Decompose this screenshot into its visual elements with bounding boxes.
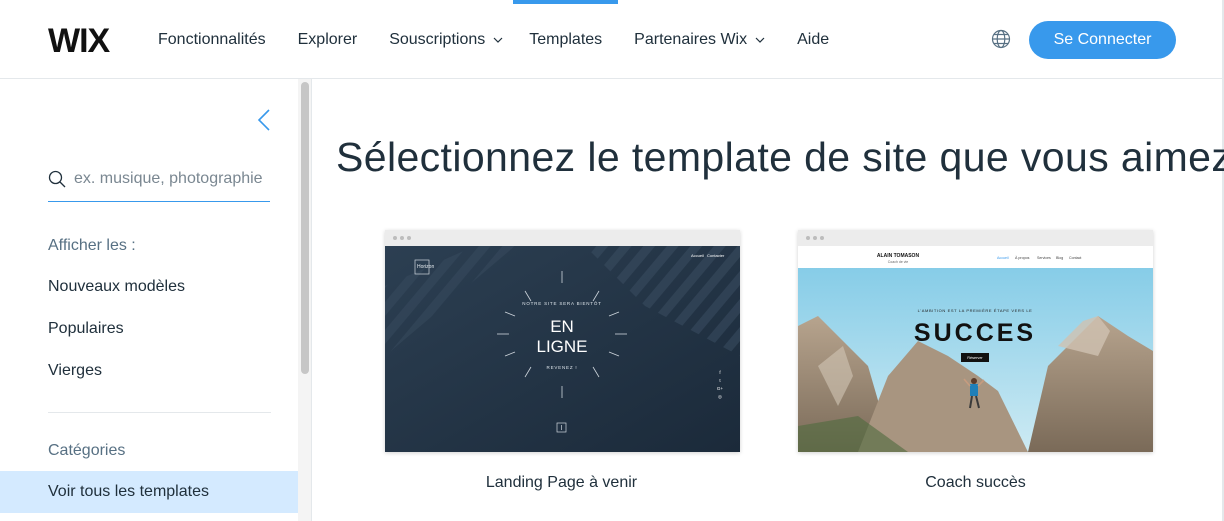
top-header: WIX Fonctionnalités Explorer Souscriptio… <box>0 0 1224 79</box>
svg-text:Contacter: Contacter <box>707 253 725 258</box>
search-box <box>48 162 270 202</box>
chevron-down-icon <box>755 37 765 43</box>
svg-text:ALAIN TOMASON: ALAIN TOMASON <box>877 253 920 259</box>
svg-text:Services: Services <box>1037 256 1051 260</box>
show-label: Afficher les : <box>48 237 136 254</box>
chevron-left-icon[interactable] <box>256 108 272 132</box>
nav-label: Aide <box>797 30 830 48</box>
svg-text:Contact: Contact <box>1069 256 1081 260</box>
svg-text:LIGNE: LIGNE <box>536 337 587 356</box>
svg-text:À propos: À propos <box>1015 256 1030 260</box>
wix-logo[interactable]: WIX <box>48 24 128 56</box>
coach-preview-image: ALAIN TOMASON Coach de vie Accueil À pro… <box>798 246 1153 452</box>
filter-blank[interactable]: Vierges <box>48 362 102 380</box>
svg-text:Accueil: Accueil <box>691 253 704 258</box>
nav-explorer[interactable]: Explorer <box>298 0 358 79</box>
login-button-label: Se Connecter <box>1053 31 1152 48</box>
svg-text:Horizon: Horizon <box>417 264 434 270</box>
svg-text:G+: G+ <box>717 386 724 391</box>
sidebar-scrollbar-thumb[interactable] <box>301 82 309 374</box>
nav-aide[interactable]: Aide <box>797 0 829 79</box>
nav-templates[interactable]: Templates <box>513 0 619 79</box>
nav-partenaires[interactable]: Partenaires Wix <box>634 0 765 79</box>
nav-label: Souscriptions <box>389 30 486 48</box>
svg-text:L'AMBITION EST LA PREMIÈRE ÉTA: L'AMBITION EST LA PREMIÈRE ÉTAPE VERS LE <box>918 308 1033 313</box>
browser-bar <box>385 230 740 246</box>
filter-popular[interactable]: Populaires <box>48 320 124 338</box>
page-title: Sélectionnez le template de site que vou… <box>336 134 1224 180</box>
nav-label: Templates <box>529 30 603 48</box>
categories-label: Catégories <box>48 442 126 459</box>
template-thumbnail: Horizon Accueil Contacter NOTRE SITE SER… <box>385 246 740 452</box>
search-input[interactable] <box>74 166 270 192</box>
svg-text:Réserver: Réserver <box>967 356 983 360</box>
chevron-down-icon <box>493 37 503 43</box>
template-card-landing[interactable]: Horizon Accueil Contacter NOTRE SITE SER… <box>385 230 740 452</box>
filter-new-templates[interactable]: Nouveaux modèles <box>48 278 185 296</box>
nav-fonctionnalites[interactable]: Fonctionnalités <box>158 0 266 79</box>
svg-text:SUCCES: SUCCES <box>914 319 1036 347</box>
template-name-coach[interactable]: Coach succès <box>798 474 1153 492</box>
filter-sidebar <box>0 79 298 521</box>
search-icon <box>48 170 66 188</box>
svg-text:Coach de vie: Coach de vie <box>888 260 908 264</box>
sidebar-divider <box>48 412 271 413</box>
nav-label: Partenaires Wix <box>634 30 748 48</box>
template-card-coach[interactable]: ALAIN TOMASON Coach de vie Accueil À pro… <box>798 230 1153 452</box>
svg-text:Accueil: Accueil <box>997 256 1009 260</box>
main-nav: Fonctionnalités Explorer Souscriptions T… <box>158 0 861 79</box>
globe-icon[interactable] <box>990 28 1012 50</box>
category-all-templates-label[interactable]: Voir tous les templates <box>48 483 209 501</box>
template-thumbnail: ALAIN TOMASON Coach de vie Accueil À pro… <box>798 246 1153 452</box>
svg-text:WIX: WIX <box>48 24 111 56</box>
svg-text:NOTRE SITE SERA BIENTÔT: NOTRE SITE SERA BIENTÔT <box>522 300 601 306</box>
nav-label: Explorer <box>297 30 358 48</box>
nav-souscriptions[interactable]: Souscriptions <box>389 0 503 79</box>
template-name-landing[interactable]: Landing Page à venir <box>384 474 739 492</box>
svg-text:Blog: Blog <box>1056 256 1063 260</box>
landing-preview-image: Horizon Accueil Contacter NOTRE SITE SER… <box>385 246 740 452</box>
svg-text:REVENEZ !: REVENEZ ! <box>547 365 578 370</box>
browser-bar <box>798 230 1153 246</box>
svg-text:EN: EN <box>550 317 574 336</box>
login-button[interactable]: Se Connecter <box>1029 21 1176 59</box>
nav-label: Fonctionnalités <box>158 30 266 48</box>
